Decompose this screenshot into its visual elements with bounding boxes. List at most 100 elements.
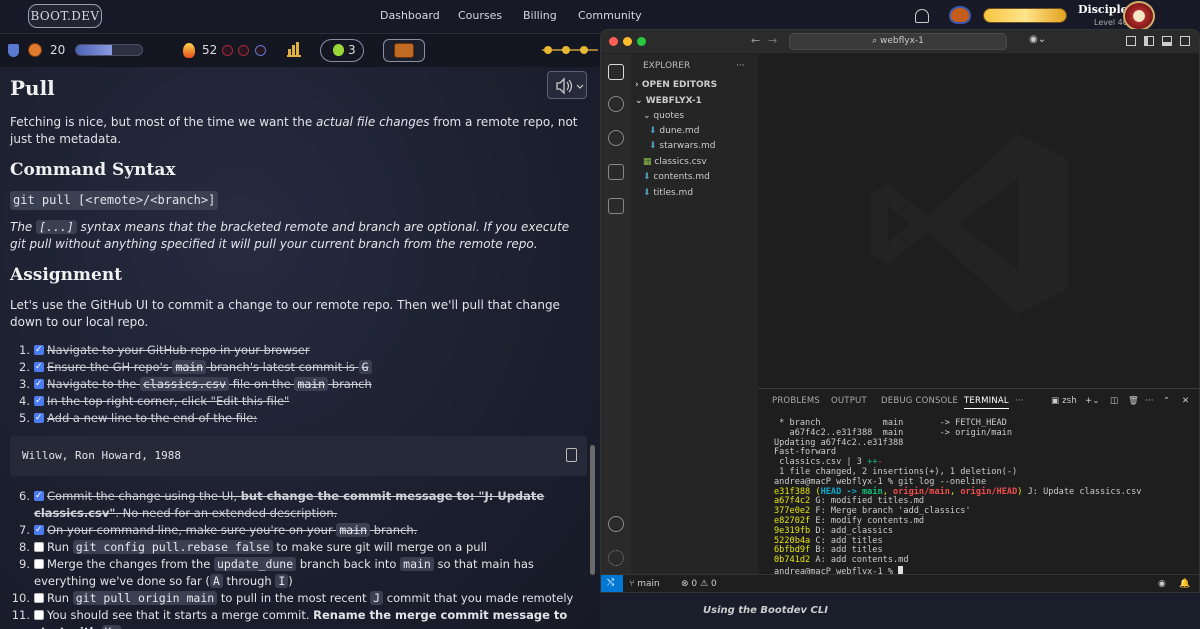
secondary-sidebar-icon[interactable] [1180,36,1190,46]
potion-button[interactable]: 3 [320,39,364,62]
run-debug-icon[interactable] [608,164,624,180]
list-item: 5.Add a new line to the end of the file: [10,410,585,427]
file-starwars[interactable]: ⬇ starwars.md [649,139,776,154]
files-icon[interactable] [608,64,624,80]
file-contents[interactable]: ⬇ contents.md [643,170,770,185]
bell-icon[interactable]: 🔔 [1179,579,1190,589]
list-item: 3.Navigate to the classics.csv file on t… [10,376,585,393]
terminal-shell[interactable]: ▣ zsh [1051,396,1077,406]
bell-icon[interactable] [915,9,929,23]
nav-courses[interactable]: Courses [458,9,502,22]
minimize-window-button[interactable] [623,37,632,46]
progress-path [542,46,598,54]
potion-count: 3 [348,43,356,57]
open-editors-section[interactable]: › OPEN EDITORS [635,78,762,93]
task-list-a: 1.Navigate to your GitHub repo in your b… [10,342,585,427]
more-icon[interactable]: ··· [736,59,751,74]
xp-progress-bar [75,44,143,56]
tab-debug-console[interactable]: DEBUG CONSOLE [881,396,958,406]
terminal-panel: PROBLEMS OUTPUT DEBUG CONSOLE TERMINAL ·… [758,388,1199,577]
nav-community[interactable]: Community [578,9,642,22]
markdown-icon: ⬇ [649,126,660,136]
cauldron-icon[interactable] [949,6,971,24]
tab-terminal[interactable]: TERMINAL [964,396,1009,409]
sidebar-toggle-icon[interactable] [1144,36,1154,46]
vscode-window: ← → ⌕ webflyx-1 ◉⌄ EXPLORER ··· › OPEN E… [600,29,1200,593]
streak-count: 52 [202,43,218,57]
checkbox[interactable] [34,522,44,539]
gear-icon[interactable] [608,550,624,566]
file-dune[interactable]: ⬇ dune.md [649,124,776,139]
folder-quotes[interactable]: ⌄ quotes [643,109,770,124]
checkbox[interactable] [34,376,44,393]
search-icon[interactable] [608,96,624,112]
editor-area[interactable] [758,54,1199,388]
user-name[interactable]: Disciple [1078,3,1128,16]
account-icon[interactable] [608,516,624,532]
terminal-output[interactable]: * branch main -> FETCH_HEAD a67f4c2..e31… [774,418,1142,578]
source-control-icon[interactable] [608,130,624,146]
checkbox[interactable] [34,593,44,603]
extensions-icon[interactable] [608,198,624,214]
branch-indicator[interactable]: ⑂ main [629,579,660,589]
potion-icon [333,44,344,56]
gold-bar[interactable] [983,8,1067,23]
back-arrow-icon[interactable]: ← [751,34,760,47]
search-icon: ⌕ [872,36,880,46]
avatar[interactable] [1123,1,1155,31]
command-search[interactable]: ⌕ webflyx-1 [789,33,1007,50]
remote-icon[interactable]: ⤭ [601,575,623,592]
leaderboard-icon[interactable] [287,42,301,57]
file-classics[interactable]: ▦ classics.csv [643,155,770,170]
cli-heading: Using the Bootdev CLI [703,605,828,616]
lesson-pane: Pull Fetching is nice, but most of the t… [0,67,600,629]
file-titles[interactable]: ⬇ titles.md [643,186,770,201]
checkbox[interactable] [34,410,44,427]
problems-indicator[interactable]: ⊗ 0 ⚠ 0 [681,579,717,589]
warning-icon: ⚠ [697,579,711,589]
checkbox[interactable] [34,559,44,569]
commit-message: J: Update classics.csv [1022,486,1142,497]
bootdev-logo[interactable]: BOOT.DEV [28,4,102,28]
new-terminal-icon[interactable]: +⌄ [1085,396,1100,406]
assignment-heading: Assignment [10,265,123,285]
markdown-icon: ⬇ [649,141,660,151]
nav-dashboard[interactable]: Dashboard [380,9,440,22]
shield-icon [8,44,19,57]
terminal-icon: ▣ [1051,396,1063,406]
copilot-icon[interactable]: ◉⌄ [1029,34,1046,45]
panel-toggle-icon[interactable] [1162,36,1172,46]
more-icon[interactable]: ··· [1015,396,1024,406]
scrollbar[interactable] [590,445,595,575]
checkbox[interactable] [34,359,44,376]
checkbox[interactable] [34,610,44,620]
nav-billing[interactable]: Billing [523,9,557,22]
vscode-logo-icon [870,134,1068,314]
terminal-line: 0b741d2 A: add contents.md [774,555,909,566]
trash-icon[interactable]: 🗑 [1128,396,1139,406]
markdown-icon: ⬇ [643,188,654,198]
forward-arrow-icon[interactable]: → [768,34,777,47]
csv-icon: ▦ [643,157,655,167]
layout-icon[interactable] [1126,36,1136,46]
maximize-window-button[interactable] [637,37,646,46]
copy-icon[interactable] [566,448,577,462]
workspace-root[interactable]: ⌄ WEBFLYX-1 [635,94,762,109]
checkbox[interactable] [34,342,44,359]
orb-icon [222,45,233,56]
syntax-code: git pull [<remote>/<branch>] [10,191,219,210]
more-icon[interactable]: ··· [1145,396,1154,406]
checkbox[interactable] [34,488,44,505]
tab-problems[interactable]: PROBLEMS [772,396,820,406]
intro-paragraph: Fetching is nice, but most of the time w… [10,115,578,146]
close-icon[interactable]: ✕ [1182,396,1189,406]
split-terminal-icon[interactable]: ◫ [1110,396,1118,406]
rocket-icon [255,45,266,56]
audio-button[interactable] [547,71,587,99]
close-window-button[interactable] [609,37,618,46]
checkbox[interactable] [34,393,44,410]
copilot-icon[interactable]: ◉ [1158,579,1166,589]
chevron-up-icon[interactable]: ⌃ [1163,396,1170,406]
tab-output[interactable]: OUTPUT [831,396,867,406]
checkbox[interactable] [34,542,44,552]
